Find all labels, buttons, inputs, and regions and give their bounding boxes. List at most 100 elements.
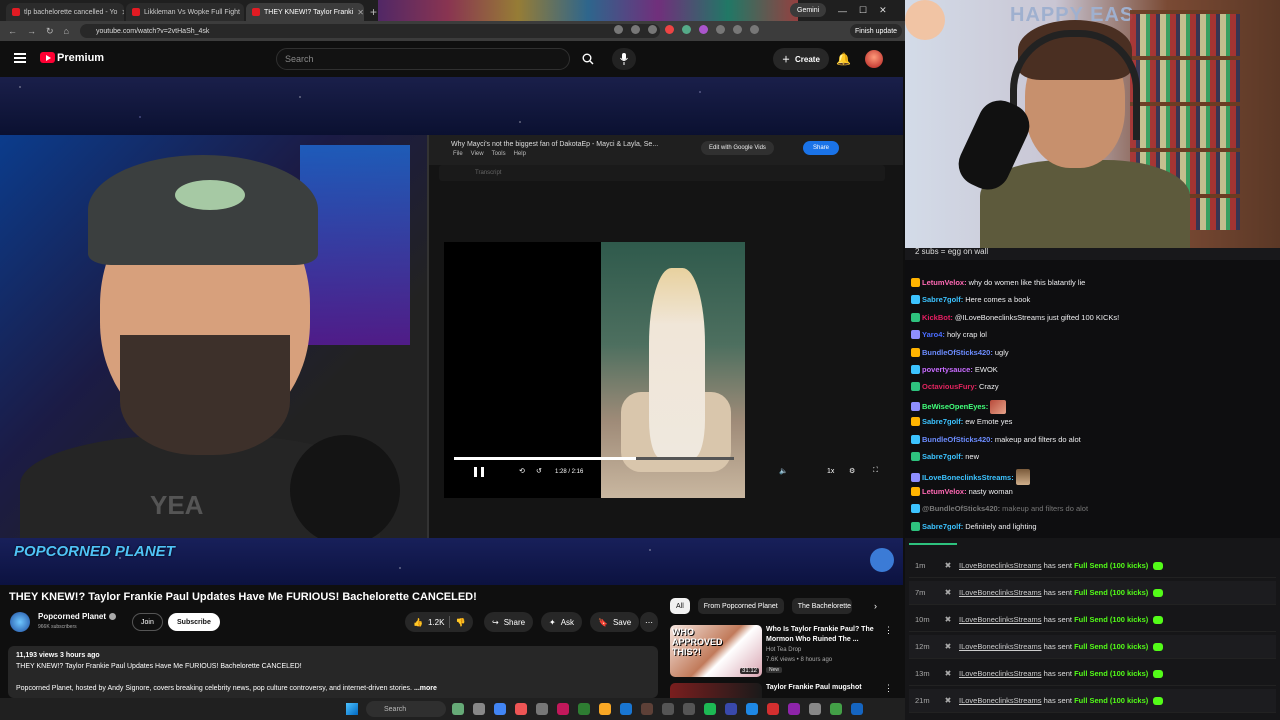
alert-user[interactable]: ILoveBoneclinksStreams — [959, 669, 1042, 678]
close-icon[interactable]: ✕ — [121, 8, 124, 17]
folder-icon[interactable] — [599, 703, 611, 715]
channel-name[interactable]: Popcorned Planet — [38, 612, 117, 621]
video-thumbnail[interactable]: WHO APPROVED THIS?! 31:12 — [670, 625, 762, 677]
search-button[interactable] — [574, 48, 602, 70]
chat-username[interactable]: @BundleOfSticks420: — [922, 504, 1000, 513]
extension-icon[interactable] — [716, 25, 725, 34]
chat-username[interactable]: OctaviousFury: — [922, 382, 977, 391]
chrome-icon[interactable] — [515, 703, 527, 715]
thumbs-up-icon[interactable]: 👍 — [413, 618, 423, 627]
chat-username[interactable]: Sabre7golf: — [922, 522, 963, 531]
create-button[interactable]: ＋ Create — [773, 48, 829, 70]
bookmark-star-icon[interactable] — [648, 25, 657, 34]
video-thumbnail[interactable] — [670, 683, 762, 698]
close-icon[interactable]: ✕ — [357, 8, 364, 17]
browser-tab[interactable]: Likkleman Vs Wopke Full Fight✕ — [126, 3, 244, 21]
browser-tab[interactable]: tlp bachelorette cancelled - Yo✕ — [6, 3, 124, 21]
more-vertical-icon[interactable]: ⋮ — [884, 625, 893, 636]
chat-username[interactable]: KickBot: — [922, 313, 953, 322]
alert-user[interactable]: ILoveBoneclinksStreams — [959, 696, 1042, 705]
chat-username[interactable]: BundleOfSticks420: — [922, 435, 993, 444]
forward-icon[interactable]: → — [27, 26, 36, 36]
app-icon[interactable] — [683, 703, 695, 715]
recommended-channel[interactable]: Hot Tea Drop — [766, 647, 801, 653]
chevron-right-icon[interactable]: › — [874, 601, 877, 611]
youtube-logo-icon[interactable] — [40, 52, 55, 63]
finish-update-button[interactable]: Finish update — [850, 24, 903, 38]
chip-from-channel[interactable]: From Popcorned Planet — [697, 598, 784, 614]
chat-username[interactable]: LetumVelox: — [922, 278, 967, 287]
app-icon[interactable] — [452, 703, 464, 715]
gemini-button[interactable]: Gemini — [790, 3, 827, 17]
app-icon[interactable] — [767, 703, 779, 715]
app-icon[interactable] — [620, 703, 632, 715]
like-count[interactable]: 1.2K — [428, 618, 444, 627]
home-icon[interactable]: ⌂ — [64, 26, 69, 36]
alert-user[interactable]: ILoveBoneclinksStreams — [959, 588, 1042, 597]
youtube-premium-label[interactable]: Premium — [57, 52, 104, 64]
app-icon[interactable] — [578, 703, 590, 715]
recommended-video[interactable]: Taylor Frankie Paul mugshot ⋮ — [670, 683, 900, 698]
join-button[interactable]: Join — [132, 613, 163, 631]
app-icon[interactable] — [473, 703, 485, 715]
more-vertical-icon[interactable]: ⋮ — [884, 683, 893, 694]
notifications-bell-icon[interactable]: 🔔 — [836, 52, 851, 66]
close-window-icon[interactable]: ✕ — [879, 5, 887, 16]
app-icon[interactable] — [662, 703, 674, 715]
browser-tab-active[interactable]: THEY KNEW!? Taylor Franki ✕ — [246, 3, 364, 21]
recommended-title[interactable]: Who Is Taylor Frankie Paul? The Mormon W… — [766, 625, 878, 645]
cast-icon[interactable] — [631, 25, 640, 34]
url-field[interactable]: youtube.com/watch?v=2vtHaSh_4sk — [80, 24, 660, 38]
app-icon[interactable] — [641, 703, 653, 715]
subscribe-button[interactable]: Subscribe — [168, 613, 220, 631]
chat-username[interactable]: BundleOfSticks420: — [922, 348, 993, 357]
alert-user[interactable]: ILoveBoneclinksStreams — [959, 561, 1042, 570]
app-icon[interactable] — [830, 703, 842, 715]
maximize-icon[interactable]: ☐ — [859, 5, 867, 16]
app-icon[interactable] — [788, 703, 800, 715]
app-icon[interactable] — [536, 703, 548, 715]
zoom-icon[interactable] — [614, 25, 623, 34]
show-more-link[interactable]: ...more — [414, 685, 437, 692]
reload-icon[interactable]: ↻ — [46, 26, 54, 37]
thumbs-down-icon[interactable]: 👎 — [455, 618, 465, 627]
app-icon[interactable] — [557, 703, 569, 715]
chat-username[interactable]: Sabre7golf: — [922, 452, 963, 461]
share-button[interactable]: ↪ Share — [484, 612, 534, 632]
app-icon[interactable] — [725, 703, 737, 715]
ask-button[interactable]: ✦ Ask — [541, 612, 583, 632]
alert-user[interactable]: ILoveBoneclinksStreams — [959, 642, 1042, 651]
alert-user[interactable]: ILoveBoneclinksStreams — [959, 615, 1042, 624]
puzzle-icon[interactable] — [733, 25, 742, 34]
account-avatar[interactable] — [865, 50, 883, 68]
chat-username[interactable]: ILoveBoneclinksStreams: — [922, 473, 1014, 482]
chip-all[interactable]: All — [670, 598, 690, 614]
app-icon[interactable] — [746, 703, 758, 715]
chat-username[interactable]: Yaro4: — [922, 330, 945, 339]
extension-icon[interactable] — [665, 25, 674, 34]
chat-username[interactable]: LetumVelox: — [922, 487, 967, 496]
video-player[interactable]: YEA Why Mayci's not the biggest fan of D… — [0, 77, 903, 585]
app-icon[interactable] — [494, 703, 506, 715]
chip-bachelorette[interactable]: The Bachelorette — [791, 598, 852, 614]
minimize-icon[interactable]: — — [838, 6, 847, 16]
extension-icon[interactable] — [699, 25, 708, 34]
chat-username[interactable]: BeWiseOpenEyes: — [922, 402, 988, 411]
more-actions-button[interactable]: ⋯ — [640, 612, 658, 632]
recommended-video[interactable]: WHO APPROVED THIS?! 31:12 Who Is Taylor … — [670, 625, 900, 677]
spotify-icon[interactable] — [704, 703, 716, 715]
app-icon[interactable] — [851, 703, 863, 715]
app-icon[interactable] — [809, 703, 821, 715]
chat-username[interactable]: povertysauce: — [922, 365, 973, 374]
description-box[interactable]: 11,193 views 3 hours ago THEY KNEW!? Tay… — [8, 646, 658, 698]
chat-username[interactable]: Sabre7golf: — [922, 295, 963, 304]
recommended-title[interactable]: Taylor Frankie Paul mugshot — [766, 683, 878, 693]
save-button[interactable]: 🔖 Save — [590, 612, 640, 632]
profile-icon[interactable] — [750, 25, 759, 34]
hamburger-menu-icon[interactable] — [14, 53, 26, 63]
search-input[interactable]: Search — [276, 48, 570, 70]
new-tab-button[interactable]: + — [370, 3, 377, 21]
windows-start-icon[interactable] — [346, 703, 358, 715]
voice-search-button[interactable] — [612, 48, 636, 70]
back-icon[interactable]: ← — [8, 26, 17, 36]
